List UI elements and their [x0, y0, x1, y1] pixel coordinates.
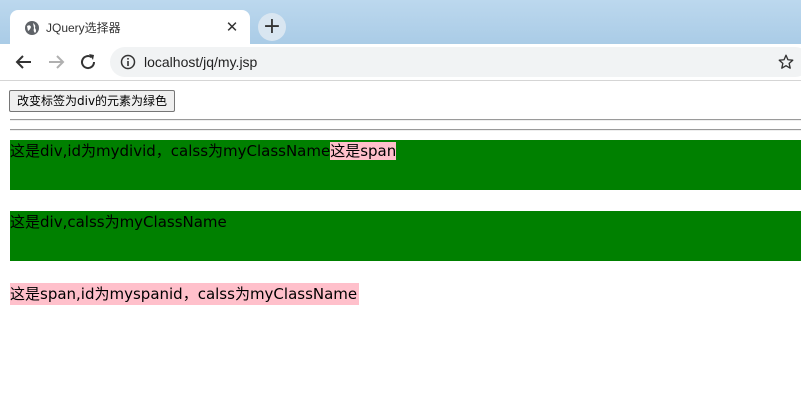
- div-text: 这是div,calss为myClassName: [10, 213, 227, 231]
- back-arrow-icon[interactable]: [12, 50, 36, 74]
- address-bar[interactable]: localhost/jq/my.jsp: [110, 47, 801, 77]
- div-text: 这是div,id为mydivid，calss为myClassName: [10, 142, 331, 160]
- reload-icon[interactable]: [76, 50, 100, 74]
- globe-icon: [24, 20, 40, 36]
- div-mydivid: 这是div,id为mydivid，calss为myClassName这是span: [10, 140, 801, 190]
- url-text[interactable]: localhost/jq/my.jsp: [144, 54, 257, 70]
- page-content: 改变标签为div的元素为绿色 这是div,id为mydivid，calss为my…: [0, 81, 801, 419]
- horizontal-rule: [10, 129, 801, 131]
- browser-toolbar: localhost/jq/my.jsp: [0, 44, 801, 80]
- tab-title: JQuery选择器: [46, 21, 121, 35]
- horizontal-rule: [10, 119, 801, 121]
- forward-arrow-icon[interactable]: [44, 50, 68, 74]
- div-myclassname: 这是div,calss为myClassName: [10, 211, 801, 261]
- info-icon[interactable]: [120, 54, 136, 70]
- change-div-color-button[interactable]: 改变标签为div的元素为绿色: [9, 90, 176, 112]
- tab-strip: JQuery选择器 ✕ +: [0, 0, 801, 46]
- new-tab-button[interactable]: +: [258, 13, 286, 41]
- star-icon[interactable]: [777, 53, 795, 71]
- nested-span: 这是span: [330, 142, 397, 160]
- span-myspanid: 这是span,id为myspanid，calss为myClassName: [10, 283, 360, 305]
- browser-tab[interactable]: JQuery选择器 ✕: [10, 10, 250, 46]
- close-icon[interactable]: ✕: [222, 17, 242, 37]
